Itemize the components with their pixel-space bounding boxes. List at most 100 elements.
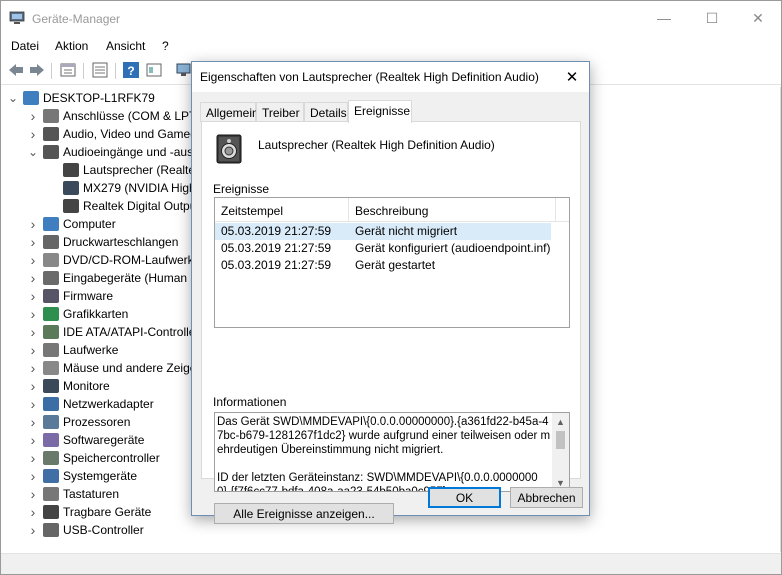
chevron-right-icon[interactable]: › — [27, 251, 39, 269]
chevron-right-icon[interactable]: › — [27, 233, 39, 251]
tree-item[interactable]: › Monitore — [27, 377, 110, 395]
chevron-right-icon[interactable]: › — [27, 395, 39, 413]
info-text: Das Gerät SWD\MMDEVAPI\{0.0.0.00000000}.… — [217, 416, 551, 492]
chevron-right-icon[interactable]: › — [27, 305, 39, 323]
chevron-down-icon[interactable]: ⌄ — [27, 143, 39, 161]
tree-item[interactable]: › Firmware — [27, 287, 113, 305]
scroll-thumb[interactable] — [556, 431, 565, 449]
dialog-close-button[interactable]: ✕ — [561, 66, 583, 88]
close-button[interactable]: ✕ — [735, 1, 781, 35]
chevron-right-icon[interactable]: › — [27, 377, 39, 395]
back-icon[interactable] — [7, 61, 25, 79]
events-list-header: Zeitstempel Beschreibung — [215, 198, 569, 222]
tree-item[interactable]: › Computer — [27, 215, 116, 233]
dialog-title: Eigenschaften von Lautsprecher (Realtek … — [200, 70, 539, 84]
ide-icon — [43, 325, 59, 339]
chevron-right-icon[interactable]: › — [27, 269, 39, 287]
tab-treiber[interactable]: Treiber — [256, 102, 304, 122]
chevron-right-icon[interactable]: › — [27, 449, 39, 467]
portable-device-icon — [43, 505, 59, 519]
mouse-icon — [43, 361, 59, 375]
chevron-right-icon[interactable]: › — [27, 125, 39, 143]
tree-item[interactable]: › IDE ATA/ATAPI-Controller — [27, 323, 200, 341]
forward-icon[interactable] — [28, 61, 46, 79]
monitor-icon — [43, 379, 59, 393]
event-row[interactable]: 05.03.2019 21:27:59 Gerät gestartet — [215, 257, 551, 274]
firmware-icon — [43, 289, 59, 303]
tree-item[interactable]: › Netzwerkadapter — [27, 395, 154, 413]
ok-button[interactable]: OK — [428, 487, 501, 508]
column-zeitstempel[interactable]: Zeitstempel — [221, 204, 283, 218]
menu-datei[interactable]: Datei — [11, 39, 39, 53]
properties-dialog: Eigenschaften von Lautsprecher (Realtek … — [191, 61, 590, 524]
tree-item[interactable]: › Systemgeräte — [27, 467, 137, 485]
tree-item-label: Anschlüsse (COM & LPT) — [63, 109, 201, 123]
tree-item[interactable]: › Speichercontroller — [27, 449, 160, 467]
computer-icon — [43, 217, 59, 231]
device-name: Lautsprecher (Realtek High Definition Au… — [258, 138, 495, 152]
menu-ansicht[interactable]: Ansicht — [106, 39, 145, 53]
show-all-events-button[interactable]: Alle Ereignisse anzeigen... — [214, 503, 394, 524]
tree-item[interactable]: › DVD/CD-ROM-Laufwerke — [27, 251, 201, 269]
info-textbox[interactable]: Das Gerät SWD\MMDEVAPI\{0.0.0.00000000}.… — [214, 412, 570, 492]
tab-details[interactable]: Details — [304, 102, 348, 122]
title-bar: Geräte-Manager — ☐ ✕ — [1, 1, 781, 35]
chevron-right-icon[interactable]: › — [27, 485, 39, 503]
menu-aktion[interactable]: Aktion — [55, 39, 88, 53]
minimize-button[interactable]: — — [641, 1, 687, 35]
maximize-button[interactable]: ☐ — [689, 1, 735, 35]
event-row[interactable]: 05.03.2019 21:27:59 Gerät konfiguriert (… — [215, 240, 551, 257]
tree-item[interactable]: › Druckwarteschlangen — [27, 233, 179, 251]
chevron-right-icon[interactable]: › — [27, 341, 39, 359]
properties-view-icon[interactable] — [59, 61, 77, 79]
tab-ereignisse[interactable]: Ereignisse — [348, 100, 412, 123]
speaker-icon — [63, 163, 79, 177]
list-view-icon[interactable] — [91, 61, 109, 79]
tree-item[interactable]: › Laufwerke — [27, 341, 119, 359]
chevron-right-icon[interactable]: › — [27, 287, 39, 305]
events-list[interactable]: Zeitstempel Beschreibung 05.03.2019 21:2… — [214, 197, 570, 328]
events-label: Ereignisse — [213, 182, 270, 196]
usb-icon — [43, 523, 59, 537]
chevron-right-icon[interactable]: › — [27, 413, 39, 431]
tree-item[interactable]: › Grafikkarten — [27, 305, 129, 323]
chevron-right-icon[interactable]: › — [27, 503, 39, 521]
event-row[interactable]: 05.03.2019 21:27:59 Gerät nicht migriert — [215, 223, 551, 240]
chevron-down-icon[interactable]: ⌄ — [7, 89, 19, 107]
tree-item-label: Systemgeräte — [63, 469, 138, 483]
column-beschreibung[interactable]: Beschreibung — [355, 204, 428, 218]
tab-allgemein[interactable]: Allgemein — [200, 102, 259, 122]
tree-item[interactable]: › USB-Controller — [27, 521, 144, 539]
software-device-icon — [43, 433, 59, 447]
tree-item-label: Tastaturen — [63, 487, 120, 501]
chevron-right-icon[interactable]: › — [27, 215, 39, 233]
tree-item[interactable]: › Softwaregeräte — [27, 431, 145, 449]
event-time: 05.03.2019 21:27:59 — [221, 258, 332, 272]
info-scrollbar[interactable]: ▲ ▼ — [552, 413, 569, 491]
minimize-icon: — — [657, 10, 671, 26]
close-icon: ✕ — [752, 9, 764, 26]
show-hidden-icon[interactable] — [145, 61, 163, 79]
chevron-right-icon[interactable]: › — [27, 359, 39, 377]
tree-item[interactable]: › Tastaturen — [27, 485, 119, 503]
tree-item[interactable]: › Prozessoren — [27, 413, 131, 431]
tree-item[interactable]: ⌄ DESKTOP-L1RFK79 — [7, 89, 155, 107]
scroll-up-icon[interactable]: ▲ — [552, 413, 569, 430]
help-icon[interactable]: ? — [122, 61, 140, 79]
tree-item-label: Prozessoren — [63, 415, 131, 429]
audio-io-icon — [43, 145, 59, 159]
tree-item-label: Softwaregeräte — [63, 433, 145, 447]
event-time: 05.03.2019 21:27:59 — [221, 224, 332, 238]
chevron-right-icon[interactable]: › — [27, 107, 39, 125]
cancel-button[interactable]: Abbrechen — [510, 487, 583, 508]
chevron-right-icon[interactable]: › — [27, 521, 39, 539]
info-label: Informationen — [213, 395, 287, 409]
menu-help[interactable]: ? — [162, 39, 169, 53]
chevron-right-icon[interactable]: › — [27, 431, 39, 449]
monitor-icon — [63, 181, 79, 195]
tree-item[interactable]: › Anschlüsse (COM & LPT) — [27, 107, 201, 125]
chevron-right-icon[interactable]: › — [27, 467, 39, 485]
chevron-right-icon[interactable]: › — [27, 323, 39, 341]
tree-item[interactable]: › Tragbare Geräte — [27, 503, 152, 521]
